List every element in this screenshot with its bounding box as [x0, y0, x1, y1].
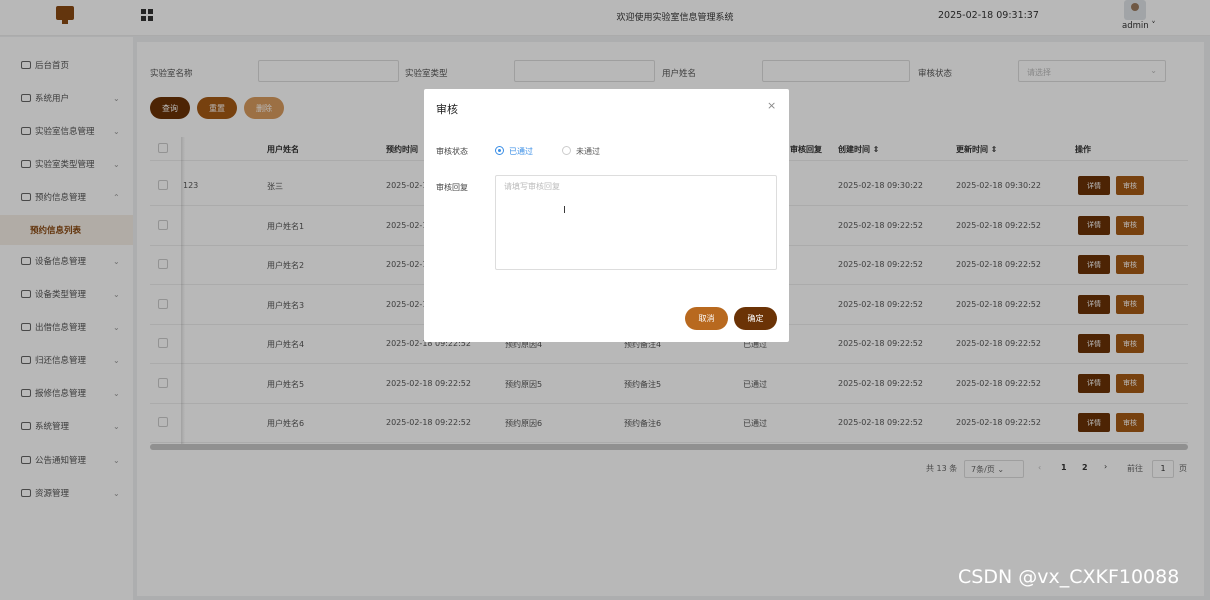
radio-fail-label[interactable]: 未通过: [576, 146, 600, 157]
text-cursor-icon: I: [563, 205, 566, 216]
radio-pass[interactable]: [495, 146, 504, 155]
watermark: CSDN @vx_CXKF10088: [958, 566, 1180, 588]
audit-reply-textarea[interactable]: [495, 175, 777, 270]
close-icon[interactable]: ×: [767, 99, 776, 112]
radio-fail[interactable]: [562, 146, 571, 155]
cancel-button[interactable]: 取消: [685, 307, 728, 330]
dialog-title: 审核: [436, 103, 458, 116]
radio-pass-label[interactable]: 已通过: [509, 146, 533, 157]
audit-dialog: 审核 × 审核状态 已通过 未通过 审核回复 I 取消 确定: [424, 89, 789, 342]
audit-status-field-label: 审核状态: [436, 147, 468, 156]
audit-reply-field-label: 审核回复: [436, 183, 468, 192]
confirm-button[interactable]: 确定: [734, 307, 777, 330]
